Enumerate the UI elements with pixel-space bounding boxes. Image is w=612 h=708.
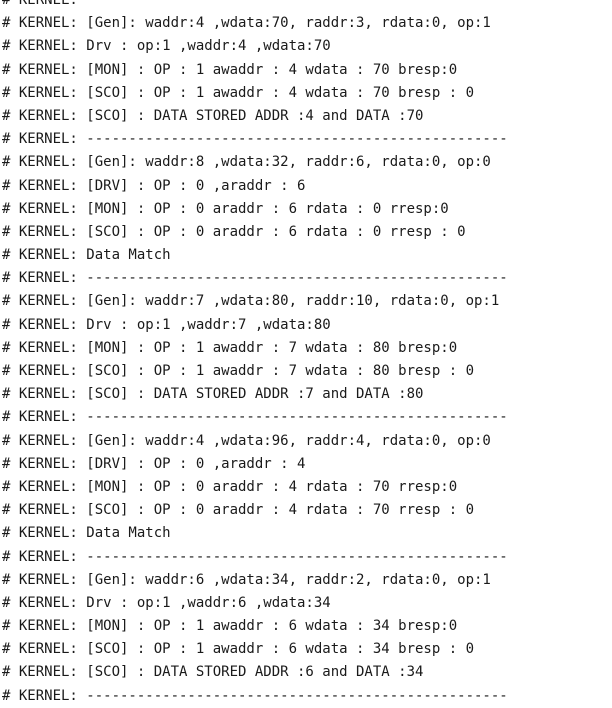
log-separator: # KERNEL: ------------------------------… [2,687,508,704]
log-line: # KERNEL: Drv : op:1 ,waddr:7 ,wdata:80 [2,316,331,333]
log-line: # KERNEL: [MON] : OP : 1 awaddr : 6 wdat… [2,618,458,635]
log-line: # KERNEL: [MON] : OP : 1 awaddr : 4 wdat… [2,61,458,78]
log-line: # KERNEL: [Gen]: waddr:7 ,wdata:80, radd… [2,293,500,310]
log-line: # KERNEL: [SCO] : OP : 1 awaddr : 4 wdat… [2,84,475,101]
log-line: # KERNEL: Drv : op:1 ,waddr:6 ,wdata:34 [2,594,331,611]
log-line: # KERNEL: [SCO] : DATA STORED ADDR :7 an… [2,386,424,403]
log-line: # KERNEL: [MON] : OP : 0 araddr : 4 rdat… [2,478,458,495]
log-line: # KERNEL: [SCO] : OP : 1 awaddr : 7 wdat… [2,363,475,379]
log-line: # KERNEL: [SCO] : DATA STORED ADDR :4 an… [2,107,424,124]
log-line: # KERNEL: [MON] : OP : 1 awaddr : 7 wdat… [2,339,458,356]
log-separator: # KERNEL: ------------------------------… [2,131,508,148]
log-line: # KERNEL: [2,0,78,8]
log-line: # KERNEL: [Gen]: waddr:8 ,wdata:32, radd… [2,154,491,171]
console-log: # KERNEL: # KERNEL: [Gen]: waddr:4 ,wdat… [0,0,612,708]
log-line: # KERNEL: [Gen]: waddr:6 ,wdata:34, radd… [2,571,491,588]
log-line: # KERNEL: [SCO] : OP : 0 araddr : 4 rdat… [2,502,475,519]
log-line: # KERNEL: [DRV] : OP : 0 ,araddr : 4 [2,455,306,472]
log-line: # KERNEL: Data Match [2,525,171,542]
log-line: # KERNEL: [SCO] : OP : 1 awaddr : 6 wdat… [2,641,475,658]
log-line: # KERNEL: [MON] : OP : 0 araddr : 6 rdat… [2,200,449,217]
log-line: # KERNEL: [Gen]: waddr:4 ,wdata:96, radd… [2,432,491,449]
log-separator: # KERNEL: ------------------------------… [2,409,508,426]
log-line: # KERNEL: [SCO] : DATA STORED ADDR :6 an… [2,664,424,681]
log-line: # KERNEL: [DRV] : OP : 0 ,araddr : 6 [2,177,306,194]
log-separator: # KERNEL: ------------------------------… [2,270,508,287]
log-line: # KERNEL: Data Match [2,247,171,264]
log-line: # KERNEL: [SCO] : OP : 0 araddr : 6 rdat… [2,223,466,240]
log-separator: # KERNEL: ------------------------------… [2,548,508,565]
log-line: # KERNEL: Drv : op:1 ,waddr:4 ,wdata:70 [2,38,331,55]
log-line: # KERNEL: [Gen]: waddr:4 ,wdata:70, radd… [2,15,491,32]
